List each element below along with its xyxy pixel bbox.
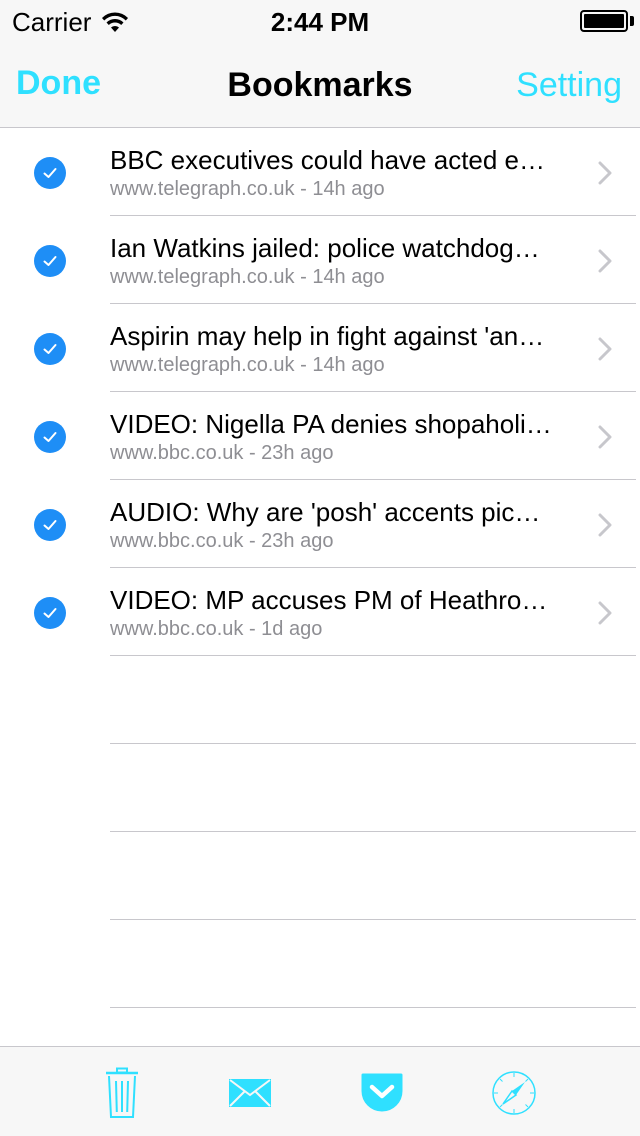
pocket-icon	[361, 1073, 403, 1112]
bookmark-title: VIDEO: MP accuses PM of Heathro…	[110, 585, 548, 615]
bookmark-source: www.telegraph.co.uk - 14h ago	[110, 266, 385, 288]
checkmark-icon[interactable]	[34, 597, 66, 629]
done-button[interactable]: Done	[16, 64, 101, 103]
checkmark-icon[interactable]	[34, 245, 66, 277]
bookmark-title: BBC executives could have acted e…	[110, 145, 546, 175]
bookmark-source: www.telegraph.co.uk - 14h ago	[110, 354, 385, 376]
bookmark-row[interactable]: Aspirin may help in fight against 'an… w…	[0, 304, 640, 392]
empty-row	[0, 656, 640, 744]
empty-row	[0, 920, 640, 1008]
mail-button[interactable]	[222, 1065, 278, 1121]
navigation-bar: Done Bookmarks Setting	[0, 40, 640, 128]
bookmark-row[interactable]: AUDIO: Why are 'posh' accents pic… www.b…	[0, 480, 640, 568]
bookmark-source: www.telegraph.co.uk - 14h ago	[110, 178, 385, 200]
pocket-button[interactable]	[354, 1065, 410, 1121]
chevron-right-icon	[598, 249, 612, 273]
status-time: 2:44 PM	[270, 7, 370, 37]
bookmark-title: VIDEO: Nigella PA denies shopaholi…	[110, 409, 552, 439]
empty-row	[0, 832, 640, 920]
battery-tip	[630, 16, 634, 26]
bookmark-title: Ian Watkins jailed: police watchdog…	[110, 233, 540, 263]
chevron-right-icon	[598, 161, 612, 185]
bottom-toolbar	[0, 1046, 640, 1136]
status-bar: Carrier 2:44 PM	[0, 0, 640, 40]
bookmark-source: www.bbc.co.uk - 23h ago	[110, 442, 334, 464]
checkmark-icon[interactable]	[34, 421, 66, 453]
chevron-right-icon	[598, 425, 612, 449]
battery-fill	[584, 14, 624, 28]
battery-icon	[580, 10, 628, 32]
checkmark-icon[interactable]	[34, 157, 66, 189]
bookmark-row[interactable]: Ian Watkins jailed: police watchdog… www…	[0, 216, 640, 304]
bookmark-title: AUDIO: Why are 'posh' accents pic…	[110, 497, 541, 527]
checkmark-icon[interactable]	[34, 333, 66, 365]
empty-row	[0, 744, 640, 832]
mail-icon	[229, 1079, 271, 1107]
safari-button[interactable]	[486, 1065, 542, 1121]
trash-icon	[106, 1067, 138, 1118]
bookmark-row[interactable]: BBC executives could have acted e… www.t…	[0, 128, 640, 216]
checkmark-icon[interactable]	[34, 509, 66, 541]
setting-button[interactable]: Setting	[516, 66, 622, 105]
chevron-right-icon	[598, 601, 612, 625]
trash-button[interactable]	[94, 1065, 150, 1121]
chevron-right-icon	[598, 337, 612, 361]
bookmark-source: www.bbc.co.uk - 1d ago	[110, 618, 323, 640]
bookmark-title: Aspirin may help in fight against 'an…	[110, 321, 545, 351]
bookmark-row[interactable]: VIDEO: MP accuses PM of Heathro… www.bbc…	[0, 568, 640, 656]
compass-icon	[492, 1071, 536, 1115]
chevron-right-icon	[598, 513, 612, 537]
bookmark-list: BBC executives could have acted e… www.t…	[0, 128, 640, 1046]
bookmark-source: www.bbc.co.uk - 23h ago	[110, 530, 334, 552]
bookmark-row[interactable]: VIDEO: Nigella PA denies shopaholi… www.…	[0, 392, 640, 480]
